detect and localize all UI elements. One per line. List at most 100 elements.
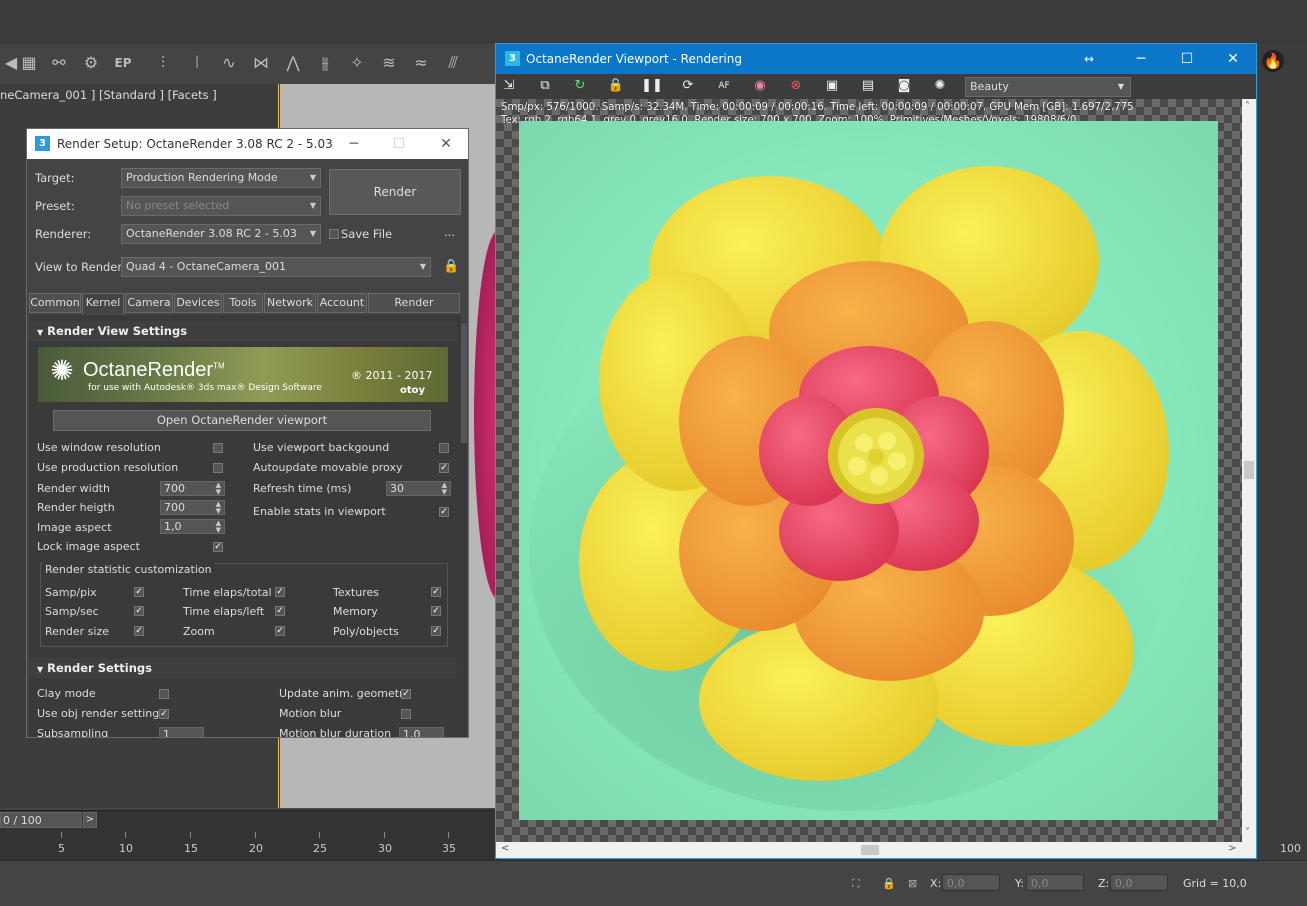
vertex-icon[interactable]: ⋈ — [250, 52, 272, 74]
target-dropdown[interactable]: Production Rendering Mode ▼ — [121, 168, 321, 188]
horizontal-scroll-thumb[interactable] — [861, 845, 879, 855]
render-setup-titlebar[interactable]: 3 Render Setup: OctaneRender 3.08 RC 2 -… — [27, 129, 468, 159]
use-obj-render-settings-checkbox[interactable]: ✓ — [159, 709, 169, 719]
spinner-arrows-icon[interactable]: ▲ ▼ — [216, 501, 221, 515]
spline-icon[interactable]: ⫵ — [314, 52, 336, 74]
spinner-arrows-icon[interactable]: ▲ ▼ — [442, 482, 447, 496]
wave-icon-2[interactable]: ≈ — [410, 52, 432, 74]
path-icon[interactable]: ∿ — [218, 52, 240, 74]
next-frame-button[interactable]: > — [83, 812, 97, 828]
stat-zoom-checkbox[interactable]: ✓ — [275, 626, 285, 636]
stat-memory-checkbox[interactable]: ✓ — [431, 606, 441, 616]
maximize-button[interactable]: ☐ — [1164, 44, 1210, 74]
tab-kernel[interactable]: Kernel — [82, 293, 124, 315]
absolute-mode-icon[interactable]: ⊠ — [908, 877, 917, 890]
use-window-resolution-checkbox[interactable] — [213, 443, 223, 453]
tab-camera[interactable]: Camera — [125, 293, 173, 313]
stat-samp-pix-checkbox[interactable]: ✓ — [134, 587, 144, 597]
tab-common[interactable]: Common — [29, 293, 81, 313]
lock-icon[interactable]: 🔒 — [882, 877, 896, 890]
spinner-arrows-icon[interactable]: ▲ ▼ — [216, 520, 221, 534]
lock-icon[interactable]: 🔒 — [605, 76, 627, 96]
hair-icon[interactable]: ⫶ — [152, 52, 174, 74]
camera-icon[interactable]: ◙ — [893, 76, 915, 96]
bend-icon[interactable]: ⋀ — [282, 52, 304, 74]
render-height-spinner[interactable]: 700 ▲ ▼ — [160, 500, 225, 515]
restart-icon[interactable]: ⟳ — [677, 76, 699, 96]
autoupdate-proxy-checkbox[interactable]: ✓ — [439, 463, 449, 473]
octane-viewport-window[interactable]: 3 OctaneRender Viewport - Rendering ↔ ─ … — [495, 43, 1257, 859]
use-production-resolution-checkbox[interactable] — [213, 463, 223, 473]
octane-settings-icon[interactable]: ✺ — [929, 76, 951, 96]
update-anim-geometry-checkbox[interactable]: ✓ — [401, 689, 411, 699]
maximize-button[interactable]: ☐ — [377, 129, 421, 159]
selection-lock-icon[interactable]: ⛶ — [852, 877, 860, 891]
vertical-scroll-thumb[interactable] — [1244, 461, 1254, 479]
copy-icon[interactable]: ⧉ — [534, 76, 556, 96]
tab-tools[interactable]: Tools — [223, 293, 263, 313]
scroll-up-icon[interactable]: ˄ — [1245, 101, 1250, 112]
wave-icon[interactable]: ≋ — [378, 52, 400, 74]
spinner-arrows-icon[interactable]: ▲ ▼ — [216, 482, 221, 496]
stat-time-left-checkbox[interactable]: ✓ — [275, 606, 285, 616]
scroll-right-icon[interactable]: > — [1228, 843, 1236, 854]
render-pass-dropdown[interactable]: Beauty ▼ — [965, 77, 1131, 97]
render-view-settings-header[interactable]: ▼ Render View Settings — [29, 321, 457, 341]
tab-network[interactable]: Network — [264, 293, 316, 313]
tab-account[interactable]: Account — [317, 293, 367, 313]
viewport-label[interactable]: neCamera_001 ] [Standard ] [Facets ] — [0, 84, 280, 106]
resize-icon[interactable]: ↔ — [1066, 44, 1112, 74]
render-width-spinner[interactable]: 700 ▲ ▼ — [160, 481, 225, 496]
more-options-button[interactable]: ... — [444, 225, 455, 239]
scroll-left-icon[interactable]: < — [501, 843, 509, 854]
stat-render-size-checkbox[interactable]: ✓ — [134, 626, 144, 636]
x-coord-field[interactable]: 0,0 — [942, 874, 1000, 891]
save-file-checkbox[interactable] — [329, 229, 339, 239]
close-button[interactable]: ✕ — [424, 129, 468, 159]
render-button[interactable]: Render — [329, 169, 461, 215]
lock-image-aspect-checkbox[interactable]: ✓ — [213, 542, 223, 552]
y-coord-field[interactable]: 0,0 — [1026, 874, 1084, 891]
gear-icon[interactable]: ⚙ — [80, 52, 102, 74]
ep-icon[interactable]: EP — [112, 52, 134, 74]
vertical-scrollbar[interactable]: ˄ ˅ — [1242, 99, 1256, 842]
region-icon[interactable]: ⊗ — [785, 76, 807, 96]
lock-view-icon[interactable]: 🔒 — [443, 259, 459, 274]
stat-samp-sec-checkbox[interactable]: ✓ — [134, 606, 144, 616]
af-focus-icon[interactable]: AF — [713, 76, 735, 96]
pause-icon[interactable]: ❚❚ — [641, 76, 663, 96]
view-to-render-dropdown[interactable]: Quad 4 - OctaneCamera_001 ▼ — [121, 257, 431, 277]
stat-textures-checkbox[interactable]: ✓ — [431, 587, 441, 597]
renderer-dropdown[interactable]: OctaneRender 3.08 RC 2 - 5.03 ▼ — [121, 224, 321, 244]
motion-blur-checkbox[interactable] — [401, 709, 411, 719]
render-settings-header[interactable]: ▼ Render Settings — [29, 658, 457, 678]
minimize-button[interactable]: ─ — [1118, 44, 1164, 74]
link-icon[interactable]: ⚯ — [48, 52, 70, 74]
clay-mode-checkbox[interactable] — [159, 689, 169, 699]
close-button[interactable]: ✕ — [1210, 44, 1256, 74]
rendered-image[interactable] — [519, 121, 1218, 820]
frame-counter[interactable]: 0 / 100 — [0, 812, 82, 828]
tab-devices[interactable]: Devices — [174, 293, 222, 313]
octane-flame-icon[interactable]: 🔥 — [1262, 50, 1284, 72]
render-setup-dialog[interactable]: 3 Render Setup: OctaneRender 3.08 RC 2 -… — [26, 128, 469, 738]
subsampling-spinner[interactable]: 1 — [159, 727, 204, 737]
light-icon[interactable]: ✧ — [346, 52, 368, 74]
spiral-icon[interactable]: ⦚ — [186, 52, 208, 74]
motion-blur-duration-spinner[interactable]: 1,0 — [399, 727, 444, 737]
export-icon[interactable]: ⇲ — [498, 76, 520, 96]
refresh-time-spinner[interactable]: 30 ▲ ▼ — [386, 481, 451, 496]
z-coord-field[interactable]: 0,0 — [1110, 874, 1168, 891]
brush-icon[interactable]: ⫻ — [442, 52, 464, 74]
film-icon[interactable]: ▤ — [857, 76, 879, 96]
stat-poly-objects-checkbox[interactable]: ✓ — [431, 626, 441, 636]
preset-dropdown[interactable]: No preset selected ▼ — [121, 196, 321, 216]
enable-stats-checkbox[interactable]: ✓ — [439, 507, 449, 517]
minimize-button[interactable]: ─ — [332, 129, 376, 159]
monitor-icon[interactable]: ▣ — [821, 76, 843, 96]
use-viewport-background-checkbox[interactable] — [439, 443, 449, 453]
image-aspect-spinner[interactable]: 1,0 ▲ ▼ — [160, 519, 225, 534]
panel-scrollbar-thumb[interactable] — [461, 323, 467, 443]
teapot-icon[interactable]: ▦ — [18, 52, 40, 74]
color-picker-icon[interactable]: ◉ — [749, 76, 771, 96]
